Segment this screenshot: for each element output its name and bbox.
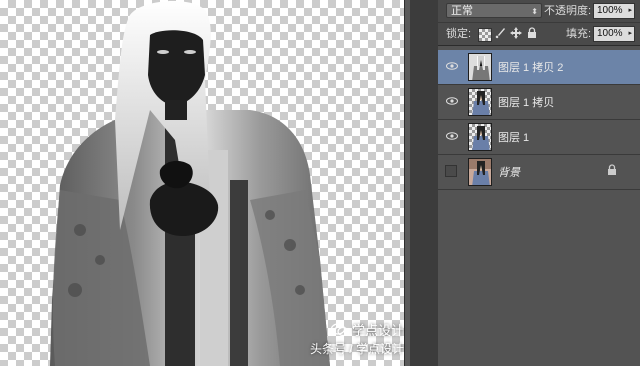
opacity-input[interactable]: 100% ▸ xyxy=(593,3,635,19)
layer-thumbnail xyxy=(468,88,492,116)
opacity-value: 100% xyxy=(597,5,623,16)
layer-name: 背景 xyxy=(498,167,520,179)
layer-row-background[interactable]: 背景 xyxy=(438,155,640,190)
panel-dock-strip xyxy=(410,0,439,366)
blend-opacity-row: 正常 ⬍ 不透明度: 100% ▸ xyxy=(438,0,640,23)
layers-panel: 正常 ⬍ 不透明度: 100% ▸ 锁定: 填充: 100% ▸ 图层 1 拷贝… xyxy=(438,0,640,366)
checker-lock-icon[interactable] xyxy=(478,28,492,42)
layer-row-copy-2[interactable]: 图层 1 拷贝 2 xyxy=(438,50,640,85)
watermark-source: 头条号 / 学点设计 xyxy=(309,342,404,356)
layer-name: 图层 1 xyxy=(498,132,530,144)
move-icon[interactable] xyxy=(510,27,522,39)
opacity-arrow-icon[interactable]: ▸ xyxy=(628,4,632,18)
lock-icon xyxy=(608,164,616,175)
eye-icon[interactable] xyxy=(446,60,458,72)
eye-icon[interactable] xyxy=(446,130,458,142)
watermark: 学点设计 头条号 / 学点设计 xyxy=(254,322,404,360)
lock-fill-row: 锁定: 填充: 100% ▸ xyxy=(438,23,640,46)
lock-label: 锁定: xyxy=(446,28,472,40)
blend-mode-value: 正常 xyxy=(451,5,473,17)
brush-icon[interactable] xyxy=(494,27,506,39)
layer-name: 图层 1 拷贝 2 xyxy=(498,62,564,74)
blend-mode-select[interactable]: 正常 ⬍ xyxy=(446,3,542,18)
layer-thumbnail xyxy=(468,53,492,81)
layer-row-1[interactable]: 图层 1 xyxy=(438,120,640,155)
fill-value: 100% xyxy=(597,28,623,39)
opacity-label: 不透明度: xyxy=(544,5,592,17)
fill-arrow-icon[interactable]: ▸ xyxy=(628,27,632,41)
eye-icon[interactable] xyxy=(446,95,458,107)
layer-row-copy[interactable]: 图层 1 拷贝 xyxy=(438,85,640,120)
fill-input[interactable]: 100% ▸ xyxy=(593,26,635,42)
layer-thumbnail xyxy=(468,158,492,186)
inverted-figure-image xyxy=(50,0,330,366)
select-arrow-icon: ⬍ xyxy=(531,7,538,16)
layer-name: 图层 1 拷贝 xyxy=(498,97,555,109)
layer-thumbnail xyxy=(468,123,492,151)
watermark-brand: 学点设计 xyxy=(351,323,404,338)
wechat-icon xyxy=(330,323,349,337)
lock-icon[interactable] xyxy=(526,27,538,39)
fill-label: 填充: xyxy=(566,28,592,40)
document-canvas[interactable]: 学点设计 头条号 / 学点设计 xyxy=(0,0,410,366)
visibility-toggle[interactable] xyxy=(445,165,457,177)
